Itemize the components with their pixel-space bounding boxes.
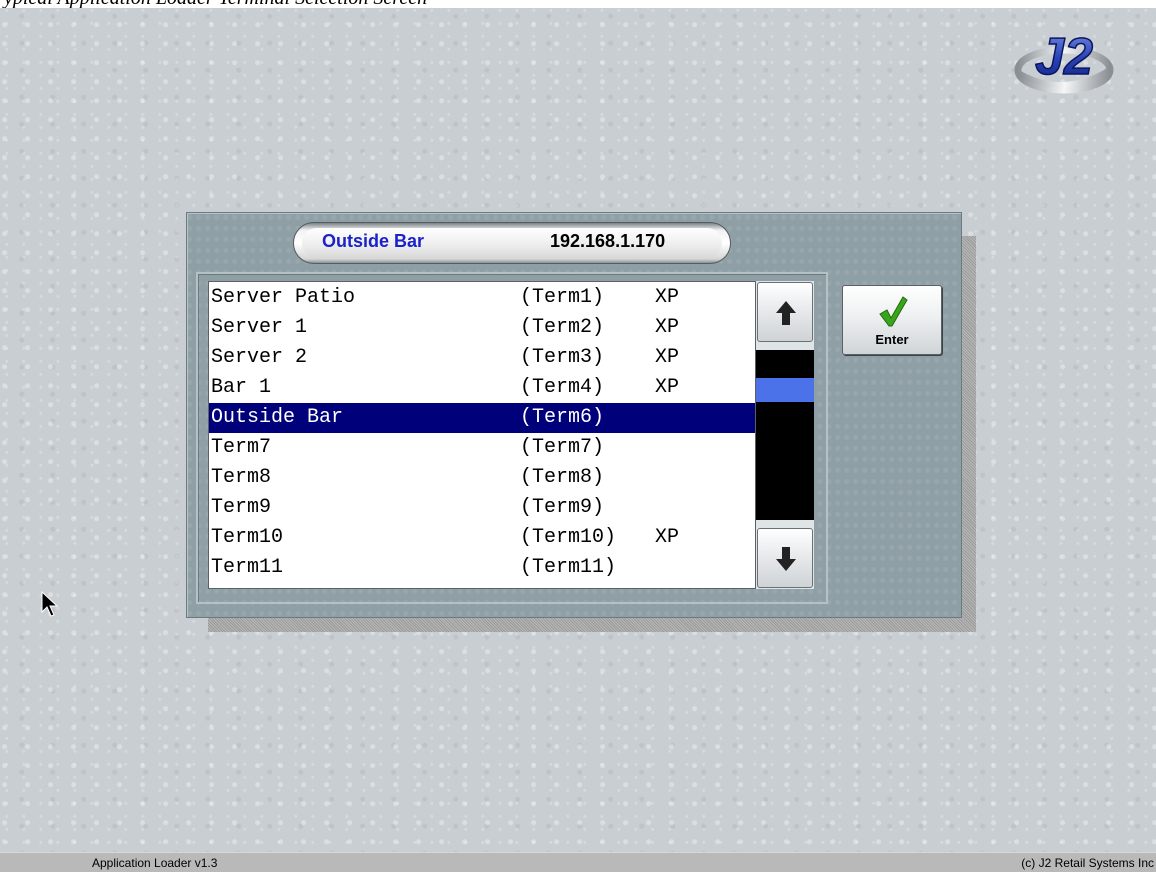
scrollbar-track[interactable] <box>756 350 814 520</box>
status-bar: Application Loader v1.3 (c) J2 Retail Sy… <box>0 852 1156 872</box>
list-item[interactable]: Term10 (Term10) XP <box>209 523 755 553</box>
selected-terminal-name: Outside Bar <box>322 231 425 251</box>
list-item[interactable]: Term11 (Term11) <box>209 553 755 583</box>
list-item[interactable]: Server 2 (Term3) XP <box>209 343 755 373</box>
list-item[interactable]: Server Patio (Term1) XP <box>209 283 755 313</box>
scroll-up-button[interactable] <box>757 282 813 342</box>
list-item[interactable]: Term9 (Term9) <box>209 493 755 523</box>
scroll-down-button[interactable] <box>757 528 813 588</box>
list-item[interactable]: Bar 1 (Term4) XP <box>209 373 755 403</box>
list-item[interactable]: Server 1 (Term2) XP <box>209 313 755 343</box>
ip-address: 192.168.1.170 <box>550 231 666 251</box>
top-caption-strip: ypical Application Loader Terminal Selec… <box>0 0 1156 8</box>
checkmark-icon <box>879 296 908 327</box>
list-item[interactable]: Term7 (Term7) <box>209 433 755 463</box>
mouse-cursor-icon <box>41 590 59 617</box>
arrow-down-icon <box>776 547 796 571</box>
arrow-up-icon <box>776 301 796 325</box>
copyright: (c) J2 Retail Systems Inc <box>1021 856 1154 870</box>
j2-logo: J2 <box>1014 27 1114 94</box>
top-caption: ypical Application Loader Terminal Selec… <box>4 0 427 8</box>
list-item[interactable]: Term8 (Term8) <box>209 463 755 493</box>
app-version: Application Loader v1.3 <box>92 856 218 870</box>
list-item-selected[interactable]: Outside Bar (Term6) <box>209 403 755 433</box>
scrollbar-thumb[interactable] <box>756 378 814 402</box>
enter-button[interactable]: Enter <box>842 285 942 355</box>
enter-label: Enter <box>875 332 909 347</box>
logo-text: J2 <box>1035 28 1093 86</box>
